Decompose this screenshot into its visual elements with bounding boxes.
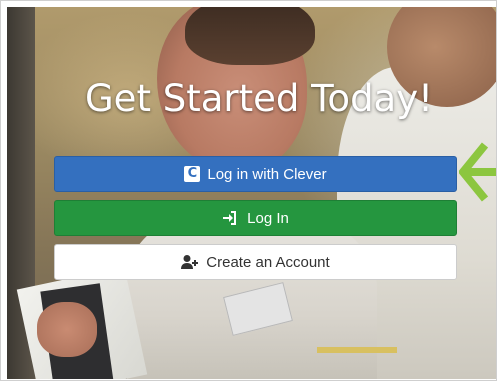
login-button[interactable]: Log In — [54, 200, 457, 236]
user-plus-icon — [181, 254, 199, 270]
clever-button-label: Log in with Clever — [207, 165, 327, 183]
arrow-left-icon — [457, 142, 496, 207]
coat-stripe — [317, 347, 397, 353]
clever-logo-icon: C — [184, 166, 201, 182]
screenshot-frame: Get Started Today! C Log in with Clever … — [0, 0, 497, 381]
login-button-label: Log In — [247, 209, 289, 227]
create-account-button[interactable]: Create an Account — [54, 244, 457, 280]
create-account-label: Create an Account — [206, 253, 330, 271]
hand — [37, 302, 97, 357]
page-title: Get Started Today! — [85, 77, 433, 120]
person-hair — [185, 7, 315, 65]
login-with-clever-button[interactable]: C Log in with Clever — [54, 156, 457, 192]
sign-in-icon — [222, 210, 240, 226]
background-photo — [7, 7, 496, 379]
